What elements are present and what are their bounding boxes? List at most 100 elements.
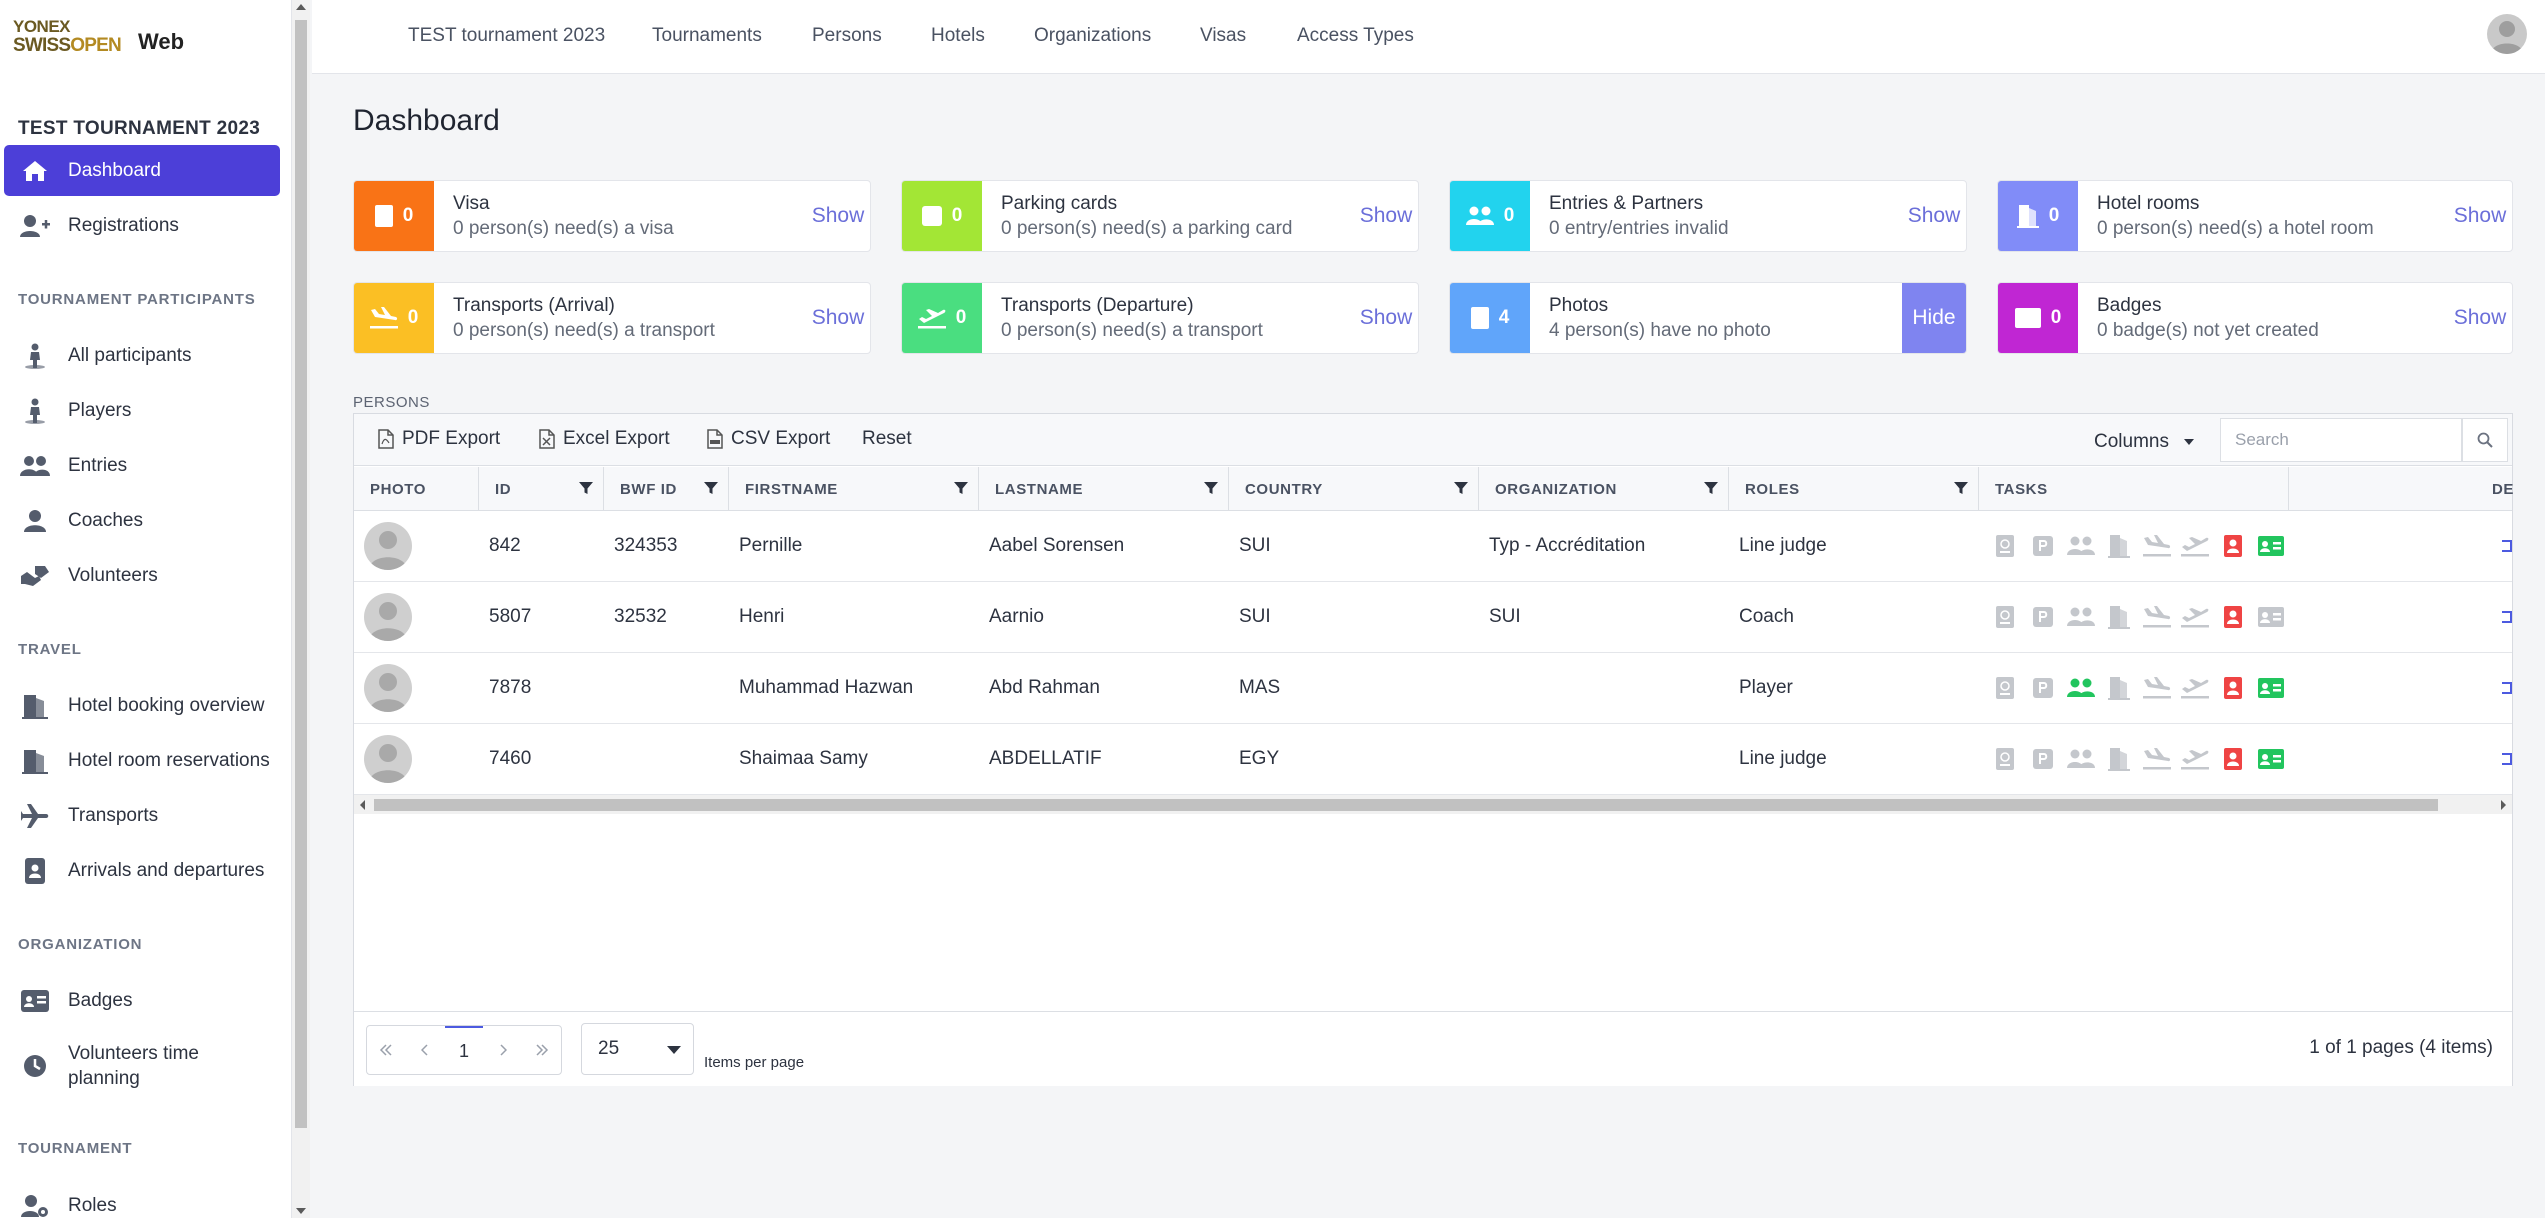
details-link[interactable] [2502,540,2512,552]
filter-icon[interactable] [579,481,593,495]
plane-departure-icon[interactable] [2179,533,2211,559]
sidebar-item-coaches[interactable]: Coaches [4,495,280,546]
parking-icon[interactable] [2027,746,2059,772]
portrait-icon[interactable] [2217,675,2249,701]
next-page-button[interactable] [483,1026,522,1074]
topnav-link-access-types[interactable]: Access Types [1297,25,1414,47]
sidebar-item-entries[interactable]: Entries [4,440,280,491]
filter-icon[interactable] [704,481,718,495]
topnav-link-hotels[interactable]: Hotels [931,25,985,47]
table-row[interactable]: 842 324353 Pernille Aabel Sorensen SUI Typ - … [354,511,2512,582]
topnav-link-tournament[interactable]: TEST tournament 2023 [408,25,605,47]
details-link[interactable] [2502,611,2512,623]
users-icon[interactable] [2065,675,2097,701]
filter-icon[interactable] [954,481,968,495]
sidebar-item-volunteers[interactable]: Volunteers [4,550,280,601]
column-header-de[interactable]: DE [2289,467,2514,511]
topnav-link-persons[interactable]: Persons [812,25,882,47]
sidebar-item-dashboard[interactable]: Dashboard [4,145,280,196]
page-size-select[interactable]: 25 [581,1023,694,1075]
pdf-export-button[interactable]: PDF Export [378,428,500,450]
column-header-id[interactable]: ID [479,467,604,511]
user-avatar[interactable] [2487,14,2527,54]
hotel-icon[interactable] [2103,675,2135,701]
passport-icon[interactable] [1989,675,2021,701]
sidebar-item-arrivals-and-departures[interactable]: Arrivals and departures [4,845,280,896]
first-page-button[interactable] [367,1026,406,1074]
page-number-button[interactable]: 1 [444,1026,484,1074]
card-show-button[interactable]: Show [2448,181,2512,251]
sidebar-scrollbar[interactable] [292,0,310,1218]
column-header-bwf-id[interactable]: BWF ID [604,467,729,511]
hotel-icon[interactable] [2103,604,2135,630]
column-header-photo[interactable]: PHOTO [354,467,479,511]
card-show-button[interactable]: Show [1354,181,1418,251]
scroll-left-arrow[interactable] [360,800,365,810]
search-input[interactable] [2220,418,2462,462]
sidebar-scroll-thumb[interactable] [295,20,307,1128]
id-card-icon[interactable] [2255,746,2287,772]
previous-page-button[interactable] [406,1026,445,1074]
users-icon[interactable] [2065,533,2097,559]
parking-icon[interactable] [2027,533,2059,559]
plane-arrival-icon[interactable] [2141,675,2173,701]
column-header-organization[interactable]: ORGANIZATION [1479,467,1729,511]
topnav-link-tournaments[interactable]: Tournaments [652,25,762,47]
sidebar-item-hotel-booking-overview[interactable]: Hotel booking overview [4,680,280,731]
scroll-up-arrow[interactable] [296,4,306,10]
plane-departure-icon[interactable] [2179,675,2211,701]
filter-icon[interactable] [1454,481,1468,495]
parking-icon[interactable] [2027,604,2059,630]
sidebar-item-registrations[interactable]: Registrations [4,200,280,251]
sidebar-item-volunteers-time-planning[interactable]: Volunteers time planning [4,1036,280,1096]
filter-icon[interactable] [1704,481,1718,495]
table-row[interactable]: 7460 Shaimaa Samy ABDELLATIF EGY Line judge [354,724,2512,795]
plane-arrival-icon[interactable] [2141,533,2173,559]
plane-arrival-icon[interactable] [2141,604,2173,630]
column-header-country[interactable]: COUNTRY [1229,467,1479,511]
hotel-icon[interactable] [2103,533,2135,559]
filter-icon[interactable] [1954,481,1968,495]
columns-dropdown[interactable]: Columns [2094,431,2195,453]
topnav-link-organizations[interactable]: Organizations [1034,25,1151,47]
id-card-icon[interactable] [2255,533,2287,559]
column-header-tasks[interactable]: TASKS [1979,467,2289,511]
card-show-button[interactable]: Show [806,181,870,251]
details-link[interactable] [2502,682,2512,694]
card-hide-button[interactable]: Hide [1902,283,1966,353]
users-icon[interactable] [2065,604,2097,630]
last-page-button[interactable] [522,1026,561,1074]
scroll-down-arrow[interactable] [296,1208,306,1214]
csv-export-button[interactable]: CSV Export [707,428,830,450]
horizontal-scroll-thumb[interactable] [374,799,2438,811]
id-card-icon[interactable] [2255,604,2287,630]
card-show-button[interactable]: Show [1354,283,1418,353]
topnav-link-visas[interactable]: Visas [1200,25,1246,47]
plane-arrival-icon[interactable] [2141,746,2173,772]
details-link[interactable] [2502,753,2512,765]
card-show-button[interactable]: Show [806,283,870,353]
card-show-button[interactable]: Show [1902,181,1966,251]
reset-button[interactable]: Reset [862,428,912,450]
excel-export-button[interactable]: Excel Export [539,428,670,450]
plane-departure-icon[interactable] [2179,604,2211,630]
sidebar-item-transports[interactable]: Transports [4,790,280,841]
column-header-lastname[interactable]: LASTNAME [979,467,1229,511]
users-icon[interactable] [2065,746,2097,772]
filter-icon[interactable] [1204,481,1218,495]
passport-icon[interactable] [1989,746,2021,772]
portrait-icon[interactable] [2217,533,2249,559]
passport-icon[interactable] [1989,533,2021,559]
card-show-button[interactable]: Show [2448,283,2512,353]
column-header-roles[interactable]: ROLES [1729,467,1979,511]
yonex-swiss-open-logo[interactable]: YONEX SWISSOPEN [13,18,133,60]
sidebar-item-players[interactable]: Players [4,385,280,436]
search-button[interactable] [2462,418,2508,462]
table-row[interactable]: 5807 32532 Henri Aarnio SUI SUI Coach [354,582,2512,653]
sidebar-item-roles[interactable]: Roles [4,1180,280,1218]
sidebar-item-hotel-room-reservations[interactable]: Hotel room reservations [4,735,280,786]
id-card-icon[interactable] [2255,675,2287,701]
parking-icon[interactable] [2027,675,2059,701]
plane-departure-icon[interactable] [2179,746,2211,772]
portrait-icon[interactable] [2217,746,2249,772]
